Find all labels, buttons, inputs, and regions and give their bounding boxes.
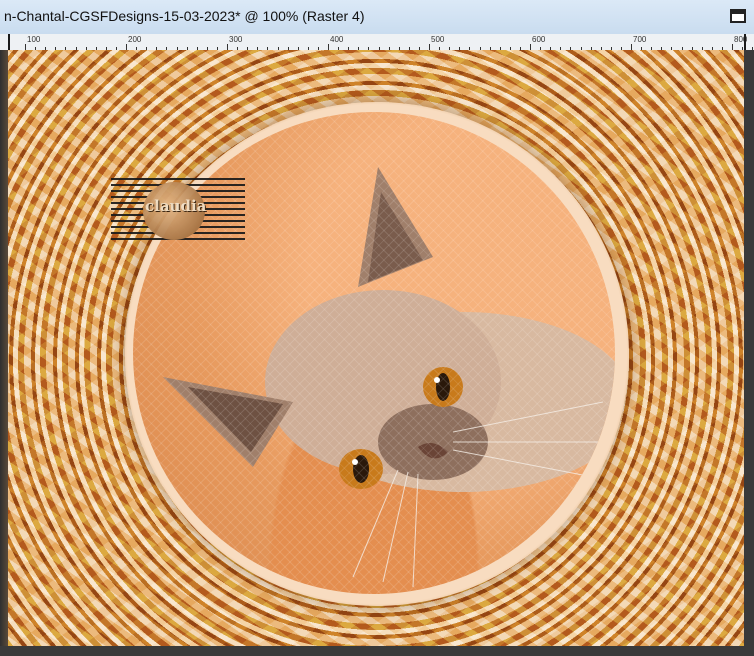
ruler-label: 400 <box>330 35 344 44</box>
maximize-icon[interactable] <box>730 9 746 23</box>
watermark-logo: claudia <box>111 178 245 242</box>
ruler-label: 700 <box>633 35 647 44</box>
ruler-label: 200 <box>128 35 142 44</box>
ruler-label: 600 <box>532 35 546 44</box>
horizontal-ruler: 100 200 300 400 500 600 700 800 <box>0 34 754 51</box>
ruler-label: 500 <box>431 35 445 44</box>
ruler-label: 100 <box>27 35 41 44</box>
ruler-edge-marker <box>744 34 746 50</box>
window-right-border <box>744 50 754 656</box>
window-titlebar[interactable]: n-Chantal-CGSFDesigns-15-03-2023* @ 100%… <box>0 0 754 35</box>
window-bottom-border <box>0 646 754 656</box>
window-title: n-Chantal-CGSFDesigns-15-03-2023* @ 100%… <box>4 8 365 24</box>
ruler-edge-marker <box>8 34 10 50</box>
window-left-border <box>0 50 8 656</box>
ruler-label: 300 <box>229 35 243 44</box>
watermark-text: claudia <box>145 197 207 215</box>
image-canvas[interactable]: claudia <box>8 50 744 646</box>
